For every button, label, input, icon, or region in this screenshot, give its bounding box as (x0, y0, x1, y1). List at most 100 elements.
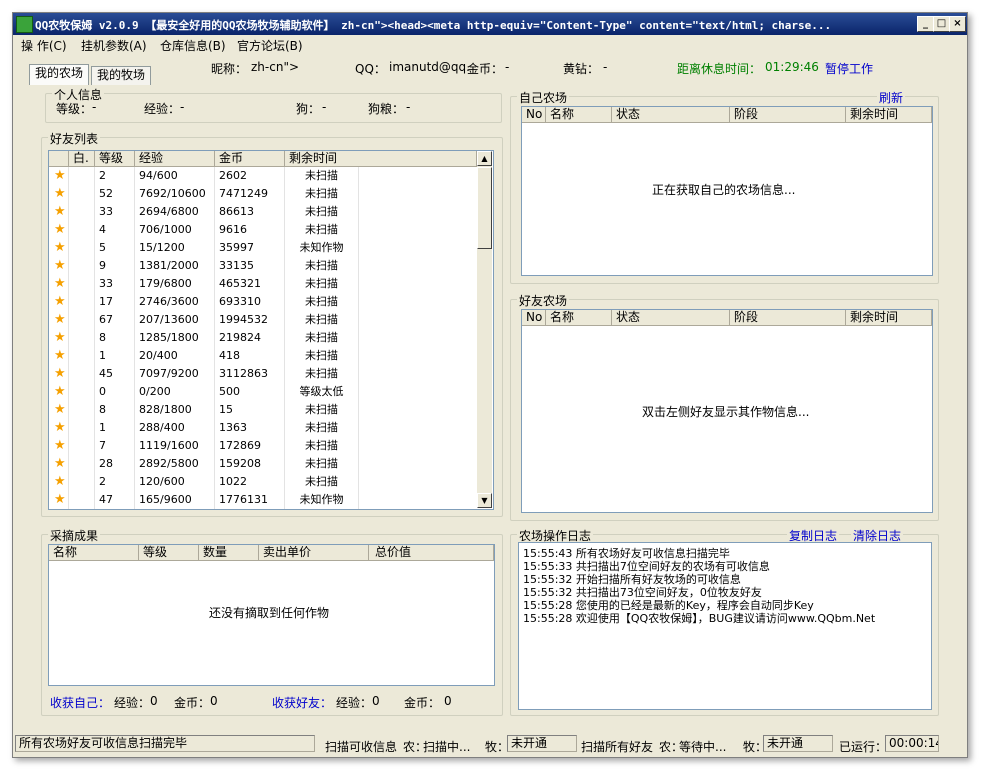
menu-hang-params[interactable]: 挂机参数(A) (81, 37, 147, 54)
friend-white-cell (69, 275, 95, 293)
harvest-friend-label: 收获好友： (272, 696, 333, 710)
maximize-button[interactable]: □ (933, 16, 950, 32)
col-harvest-qty[interactable]: 数量 (199, 545, 259, 560)
friend-remaining: 未扫描 (285, 329, 359, 347)
friend-white-cell (69, 221, 95, 239)
friend-white-cell (69, 455, 95, 473)
friend-row[interactable]: ★ 45 7097/9200 3112863 未扫描 (49, 365, 477, 383)
friend-farm-empty-text: 双击左侧好友显示其作物信息... (642, 405, 810, 419)
col-remaining-time[interactable]: 剩余时间 (846, 107, 932, 122)
friend-gold: 172869 (215, 437, 285, 455)
tab-my-farm[interactable]: 我的农场 (29, 64, 89, 85)
rest-time-label: 距离休息时间： (677, 62, 762, 76)
col-remaining-time[interactable]: 剩余时间 (846, 310, 932, 325)
friend-row[interactable]: ★ 2 94/600 2602 未扫描 (49, 167, 477, 185)
title-bar[interactable]: QQ农牧保姆 v2.0.9 【最安全好用的QQ农场牧场辅助软件】 zh-cn">… (13, 13, 967, 35)
qq-label: QQ： (355, 62, 386, 76)
col-status[interactable]: 状态 (612, 310, 730, 325)
menu-forum[interactable]: 官方论坛(B) (237, 37, 303, 54)
friend-gold: 7471249 (215, 185, 285, 203)
friend-level: 2 (95, 473, 135, 491)
friend-list-scrollbar[interactable]: ▲ ▼ (477, 151, 492, 508)
col-stage[interactable]: 阶段 (730, 310, 846, 325)
own-farm-list[interactable]: No 名称 状态 阶段 剩余时间 正在获取自己的农场信息... (521, 106, 933, 276)
log-textarea[interactable]: 15:55:43 所有农场好友可收信息扫描完毕 15:55:33 共扫描出7位空间… (518, 542, 932, 710)
friend-farm-list[interactable]: No 名称 状态 阶段 剩余时间 双击左侧好友显示其作物信息... (521, 309, 933, 513)
friend-gold: 219824 (215, 329, 285, 347)
scroll-down-icon[interactable]: ▼ (477, 493, 492, 508)
friend-level: 47 (95, 491, 135, 509)
friend-row[interactable]: ★ 9 1381/2000 33135 未扫描 (49, 257, 477, 275)
col-remaining[interactable]: 剩余时间 (285, 151, 477, 166)
friend-gold: 1776131 (215, 491, 285, 509)
menu-warehouse[interactable]: 仓库信息(B) (160, 37, 226, 54)
tab-my-pasture[interactable]: 我的牧场 (91, 66, 151, 85)
friend-white-cell (69, 383, 95, 401)
friend-exp: 2746/3600 (135, 293, 215, 311)
harvest-friend-exp-label: 经验： (336, 696, 373, 710)
friend-gold: 86613 (215, 203, 285, 221)
friend-row[interactable]: ★ 17 2746/3600 693310 未扫描 (49, 293, 477, 311)
col-gold[interactable]: 金币 (215, 151, 285, 166)
col-harvest-price[interactable]: 卖出单价 (259, 545, 369, 560)
friend-row[interactable]: ★ 8 1285/1800 219824 未扫描 (49, 329, 477, 347)
pause-work-link[interactable]: 暂停工作 (825, 60, 873, 77)
minimize-button[interactable]: _ (917, 16, 934, 32)
star-icon: ★ (49, 491, 69, 509)
friend-row[interactable]: ★ 1 20/400 418 未扫描 (49, 347, 477, 365)
col-harvest-total[interactable]: 总价值 (369, 545, 494, 560)
harvest-header: 名称 等级 数量 卖出单价 总价值 (49, 545, 494, 561)
col-name[interactable]: 名称 (546, 107, 612, 122)
scroll-up-icon[interactable]: ▲ (477, 151, 492, 166)
friend-row[interactable]: ★ 67 207/13600 1994532 未扫描 (49, 311, 477, 329)
dog-food-value: - (406, 100, 411, 114)
friend-list[interactable]: 白. 等级 经验 金币 剩余时间 ★ 2 94/600 2602 未扫描 ★ 52 7692/… (48, 150, 494, 510)
friend-row[interactable]: ★ 47 165/9600 1776131 未知作物 (49, 491, 477, 509)
exp-value: - (180, 100, 185, 114)
friend-row[interactable]: ★ 8 828/1800 15 未扫描 (49, 401, 477, 419)
col-stage[interactable]: 阶段 (730, 107, 846, 122)
friend-row[interactable]: ★ 1 288/400 1363 未扫描 (49, 419, 477, 437)
harvest-empty-text: 还没有摘取到任何作物 (209, 606, 330, 620)
friend-gold: 33135 (215, 257, 285, 275)
friend-white-cell (69, 167, 95, 185)
friend-exp: 207/13600 (135, 311, 215, 329)
friend-row[interactable]: ★ 0 0/200 500 等级太低 (49, 383, 477, 401)
friend-white-cell (69, 329, 95, 347)
col-harvest-name[interactable]: 名称 (49, 545, 139, 560)
status-scan-all-label: 扫描所有好友 (581, 740, 654, 754)
friend-row[interactable]: ★ 7 1119/1600 172869 未扫描 (49, 437, 477, 455)
friend-remaining: 未扫描 (285, 437, 359, 455)
friend-farm-title: 好友农场 (517, 292, 570, 309)
friend-row[interactable]: ★ 5 15/1200 35997 未知作物 (49, 239, 477, 257)
friend-white-cell (69, 437, 95, 455)
col-level[interactable]: 等级 (95, 151, 135, 166)
col-exp[interactable]: 经验 (135, 151, 215, 166)
refresh-link[interactable]: 刷新 (877, 89, 906, 106)
own-farm-header: No 名称 状态 阶段 剩余时间 (522, 107, 932, 123)
friend-row[interactable]: ★ 33 179/6800 465321 未扫描 (49, 275, 477, 293)
col-star[interactable] (49, 151, 69, 166)
friend-farm-header: No 名称 状态 阶段 剩余时间 (522, 310, 932, 326)
friend-remaining: 未扫描 (285, 293, 359, 311)
close-button[interactable]: × (949, 16, 966, 32)
friend-remaining: 未扫描 (285, 365, 359, 383)
friend-row[interactable]: ★ 33 2694/6800 86613 未扫描 (49, 203, 477, 221)
col-no[interactable]: No (522, 107, 546, 122)
scroll-thumb[interactable] (477, 167, 492, 249)
star-icon: ★ (49, 203, 69, 221)
friend-row[interactable]: ★ 4 706/1000 9616 未扫描 (49, 221, 477, 239)
col-white[interactable]: 白. (69, 151, 95, 166)
harvest-title: 采摘成果 (48, 527, 101, 544)
harvest-list[interactable]: 名称 等级 数量 卖出单价 总价值 还没有摘取到任何作物 (48, 544, 495, 686)
menu-operation[interactable]: 操 作(C) (21, 37, 67, 54)
harvest-self-exp-value: 0 (150, 694, 158, 708)
col-no[interactable]: No (522, 310, 546, 325)
col-status[interactable]: 状态 (612, 107, 730, 122)
friend-row[interactable]: ★ 2 120/600 1022 未扫描 (49, 473, 477, 491)
friend-row[interactable]: ★ 28 2892/5800 159208 未扫描 (49, 455, 477, 473)
col-harvest-level[interactable]: 等级 (139, 545, 199, 560)
dog-label: 狗： (296, 102, 321, 116)
friend-row[interactable]: ★ 52 7692/10600 7471249 未扫描 (49, 185, 477, 203)
col-name[interactable]: 名称 (546, 310, 612, 325)
